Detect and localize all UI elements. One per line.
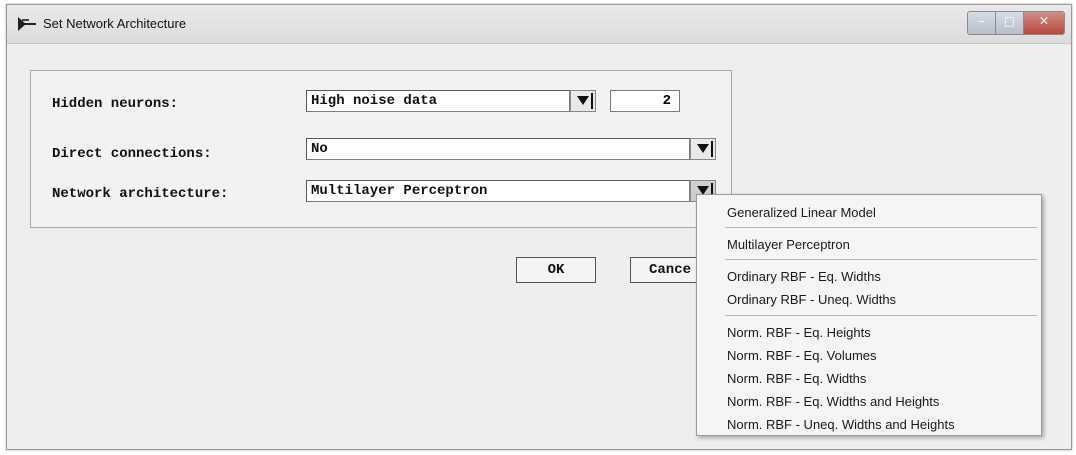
hidden-neurons-count-field[interactable]: 2	[610, 90, 680, 112]
minimize-button[interactable]: –	[968, 12, 996, 34]
close-button[interactable]: ✕	[1024, 12, 1064, 34]
hidden-neurons-value: High noise data	[311, 93, 438, 109]
dropdown-bar	[591, 93, 593, 109]
minimize-icon: –	[978, 14, 985, 28]
dropdown-bar	[711, 141, 713, 157]
ok-button[interactable]: OK	[516, 257, 596, 283]
menu-item-generalized-linear-model[interactable]: Generalized Linear Model	[727, 205, 876, 220]
menu-item-ordinary-rbf-uneq-widths[interactable]: Ordinary RBF - Uneq. Widths	[727, 292, 896, 307]
menu-separator	[725, 227, 1037, 228]
network-architecture-value: Multilayer Perceptron	[311, 183, 488, 199]
cancel-button[interactable]: Cance	[630, 257, 696, 283]
direct-connections-label: Direct connections:	[52, 146, 212, 162]
menu-item-norm-rbf-eq-widths[interactable]: Norm. RBF - Eq. Widths	[727, 371, 866, 386]
menu-item-multilayer-perceptron[interactable]: Multilayer Perceptron	[727, 237, 850, 252]
hidden-neurons-select[interactable]: High noise data	[306, 90, 570, 112]
direct-connections-select[interactable]: No	[306, 138, 690, 160]
chevron-down-icon	[577, 96, 589, 105]
hidden-neurons-dropdown-button[interactable]	[570, 90, 596, 112]
menu-item-norm-rbf-eq-widths-and-heights[interactable]: Norm. RBF - Eq. Widths and Heights	[727, 394, 939, 409]
menu-item-norm-rbf-uneq-widths-and-heights[interactable]: Norm. RBF - Uneq. Widths and Heights	[727, 417, 955, 432]
hidden-neurons-count: 2	[662, 93, 671, 109]
window-title: Set Network Architecture	[43, 16, 187, 31]
network-architecture-label: Network architecture:	[52, 186, 229, 202]
menu-item-norm-rbf-eq-volumes[interactable]: Norm. RBF - Eq. Volumes	[727, 348, 877, 363]
menu-item-norm-rbf-eq-heights[interactable]: Norm. RBF - Eq. Heights	[727, 325, 871, 340]
close-icon: ✕	[1038, 14, 1050, 28]
network-architecture-dropdown-list: Generalized Linear Model Multilayer Perc…	[696, 194, 1042, 436]
window-controls: – □ ✕	[967, 11, 1065, 35]
maximize-icon: □	[1003, 14, 1016, 28]
hidden-neurons-label: Hidden neurons:	[52, 96, 179, 112]
maximize-button[interactable]: □	[996, 12, 1024, 34]
menu-separator	[725, 315, 1037, 316]
chevron-down-icon	[697, 144, 709, 153]
app-icon	[18, 17, 36, 31]
direct-connections-dropdown-button[interactable]	[690, 138, 716, 160]
direct-connections-value: No	[311, 141, 328, 157]
network-architecture-select[interactable]: Multilayer Perceptron	[306, 180, 690, 202]
title-bar[interactable]: Set Network Architecture – □ ✕	[7, 5, 1071, 44]
menu-item-ordinary-rbf-eq-widths[interactable]: Ordinary RBF - Eq. Widths	[727, 269, 881, 284]
menu-separator	[725, 259, 1037, 260]
